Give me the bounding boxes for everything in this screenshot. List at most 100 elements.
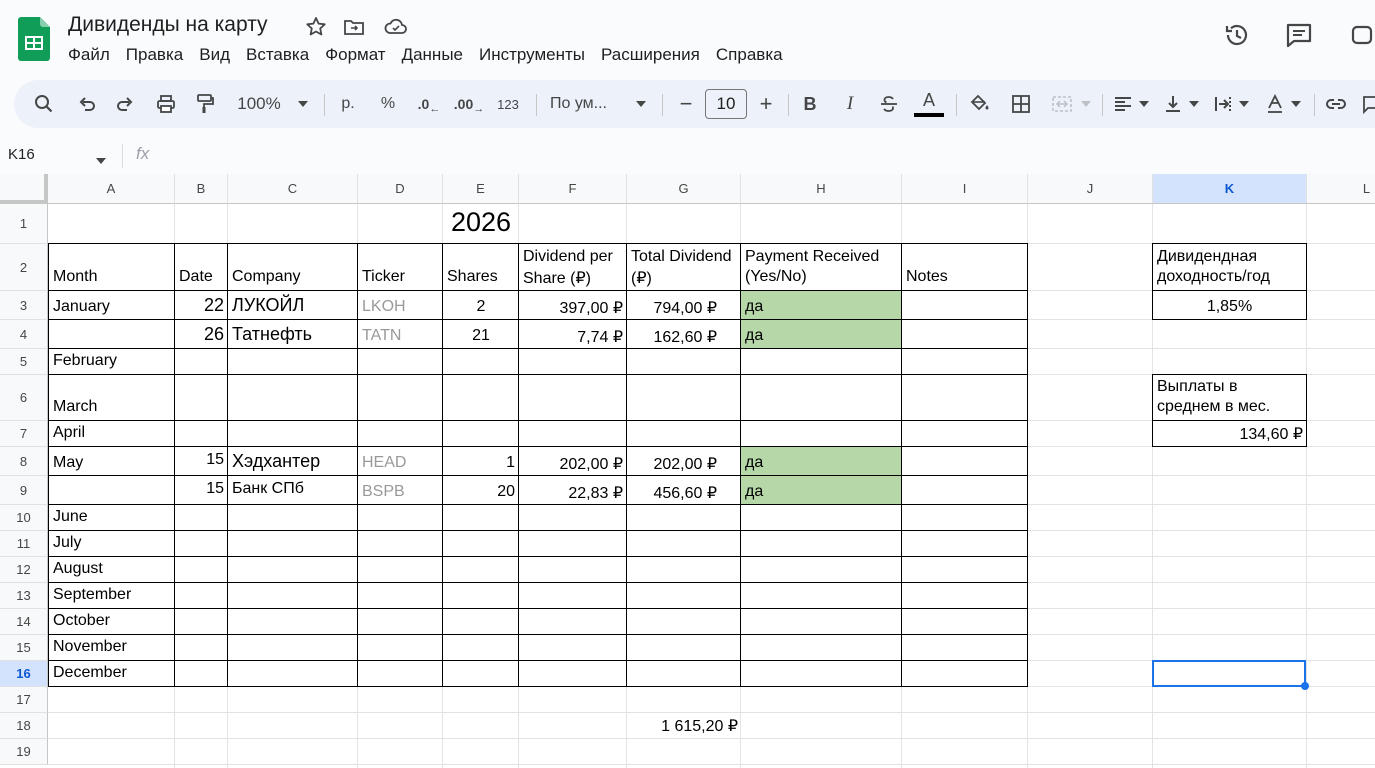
row-header-16[interactable]: 16 — [0, 661, 48, 687]
month-cell[interactable]: January — [53, 298, 110, 316]
column-header-l[interactable]: L — [1307, 174, 1375, 204]
column-header-h[interactable]: H — [741, 174, 902, 204]
menu-data[interactable]: Данные — [394, 44, 471, 66]
row-header-3[interactable]: 3 — [0, 291, 48, 320]
avg-payout-label-line2[interactable]: среднем в мес. — [1157, 398, 1270, 416]
shares-cell[interactable]: 2 — [443, 298, 519, 316]
search-menus-icon[interactable] — [30, 80, 58, 128]
row-header-15[interactable]: 15 — [0, 635, 48, 661]
row-header-14[interactable]: 14 — [0, 609, 48, 635]
cloud-status-icon[interactable] — [383, 15, 407, 39]
menu-tools[interactable]: Инструменты — [471, 44, 593, 66]
row-header-8[interactable]: 8 — [0, 447, 48, 476]
menu-insert[interactable]: Вставка — [238, 44, 317, 66]
column-header-e[interactable]: E — [443, 174, 519, 204]
shares-cell[interactable]: 1 — [443, 454, 515, 472]
yield-label-line2[interactable]: доходность/год — [1157, 268, 1270, 286]
strikethrough-icon[interactable] — [876, 80, 902, 128]
spreadsheet-grid[interactable]: A B C D E F G H I J K L 1 2 3 4 5 6 7 8 … — [0, 174, 1375, 768]
shares-cell[interactable]: 21 — [443, 327, 519, 345]
month-cell[interactable]: March — [53, 398, 97, 416]
grand-total-cell[interactable]: 1 615,20 ₽ — [627, 716, 738, 736]
ticker-cell[interactable]: TATN — [362, 327, 401, 345]
month-cell[interactable]: August — [53, 560, 103, 578]
comments-icon[interactable] — [1284, 20, 1314, 50]
header-shares[interactable]: Shares — [447, 268, 498, 286]
row-header-17[interactable]: 17 — [0, 687, 48, 713]
meet-icon[interactable] — [1348, 20, 1375, 50]
more-formats-button[interactable]: 123 — [494, 80, 522, 128]
merge-chevron-down-icon[interactable] — [1078, 80, 1094, 128]
formula-input[interactable] — [170, 140, 1360, 170]
menu-help[interactable]: Справка — [708, 44, 791, 66]
header-total-dividend-line2[interactable]: (₽) — [631, 268, 652, 288]
month-cell[interactable]: April — [53, 424, 85, 442]
fill-handle[interactable] — [1301, 682, 1309, 690]
header-ticker[interactable]: Ticker — [362, 268, 405, 286]
decrease-font-size-button[interactable]: − — [674, 80, 698, 128]
total-dividend-cell[interactable]: 456,60 ₽ — [627, 483, 717, 503]
percent-format-button[interactable]: % — [376, 80, 400, 128]
fill-color-icon[interactable] — [966, 80, 994, 128]
header-total-dividend-line1[interactable]: Total Dividend — [631, 248, 732, 266]
row-header-6[interactable]: 6 — [0, 375, 48, 421]
text-rotation-icon[interactable] — [1262, 80, 1288, 128]
avg-payout-value[interactable]: 134,60 ₽ — [1153, 424, 1303, 444]
column-header-g[interactable]: G — [627, 174, 741, 204]
month-cell[interactable]: June — [53, 508, 88, 526]
header-date[interactable]: Date — [179, 268, 213, 286]
column-header-a[interactable]: A — [48, 174, 175, 204]
row-header-1[interactable]: 1 — [0, 204, 48, 244]
insert-link-icon[interactable] — [1322, 80, 1350, 128]
rotation-chevron-down-icon[interactable] — [1288, 80, 1304, 128]
total-dividend-cell[interactable]: 202,00 ₽ — [627, 454, 717, 474]
header-company[interactable]: Company — [232, 268, 300, 286]
text-wrapping-icon[interactable] — [1210, 80, 1236, 128]
ticker-cell[interactable]: LKOH — [362, 298, 406, 316]
header-dividend-per-share-line2[interactable]: Share (₽) — [523, 268, 591, 288]
year-title[interactable]: 2026 — [443, 207, 519, 238]
star-icon[interactable] — [304, 15, 328, 39]
menu-extensions[interactable]: Расширения — [593, 44, 708, 66]
sheets-logo-icon[interactable] — [18, 17, 50, 61]
paint-format-icon[interactable] — [192, 80, 218, 128]
column-header-i[interactable]: I — [902, 174, 1028, 204]
print-icon[interactable] — [152, 80, 180, 128]
bold-button[interactable]: B — [798, 80, 822, 128]
borders-icon[interactable] — [1008, 80, 1034, 128]
increase-font-size-button[interactable]: + — [754, 80, 778, 128]
date-cell[interactable]: 15 — [175, 480, 224, 498]
row-header-2[interactable]: 2 — [0, 244, 48, 291]
undo-icon[interactable] — [74, 80, 100, 128]
text-color-button[interactable]: A — [912, 80, 946, 128]
selected-cell-k16[interactable] — [1152, 660, 1306, 687]
company-cell[interactable]: Татнефть — [232, 324, 312, 345]
font-size-input[interactable]: 10 — [704, 80, 748, 128]
font-family-select[interactable]: По ум... — [550, 80, 626, 128]
payment-received-cell[interactable]: да — [745, 483, 763, 501]
yield-label-line1[interactable]: Дивидендная — [1157, 248, 1257, 266]
month-cell[interactable]: November — [53, 638, 127, 656]
wrap-chevron-down-icon[interactable] — [1236, 80, 1252, 128]
column-header-d[interactable]: D — [358, 174, 443, 204]
month-cell[interactable]: February — [53, 352, 117, 370]
insert-comment-icon[interactable] — [1360, 80, 1375, 128]
document-title[interactable]: Дивиденды на карту — [68, 13, 268, 37]
menu-view[interactable]: Вид — [191, 44, 238, 66]
row-header-7[interactable]: 7 — [0, 421, 48, 447]
date-cell[interactable]: 15 — [175, 451, 224, 469]
row-header-5[interactable]: 5 — [0, 349, 48, 375]
shares-cell[interactable]: 20 — [443, 483, 515, 501]
column-header-c[interactable]: C — [228, 174, 358, 204]
merge-cells-icon[interactable] — [1048, 80, 1076, 128]
month-cell[interactable]: October — [53, 612, 110, 630]
vertical-align-icon[interactable] — [1160, 80, 1186, 128]
month-cell[interactable]: September — [53, 586, 131, 604]
total-dividend-cell[interactable]: 162,60 ₽ — [627, 327, 717, 347]
month-cell[interactable]: July — [53, 534, 81, 552]
header-payment-received-line2[interactable]: (Yes/No) — [745, 268, 807, 286]
decrease-decimal-button[interactable]: .0 ← — [414, 80, 444, 128]
ticker-cell[interactable]: BSPB — [362, 483, 405, 501]
header-month[interactable]: Month — [53, 268, 97, 286]
company-cell[interactable]: Банк СПб — [232, 480, 304, 498]
